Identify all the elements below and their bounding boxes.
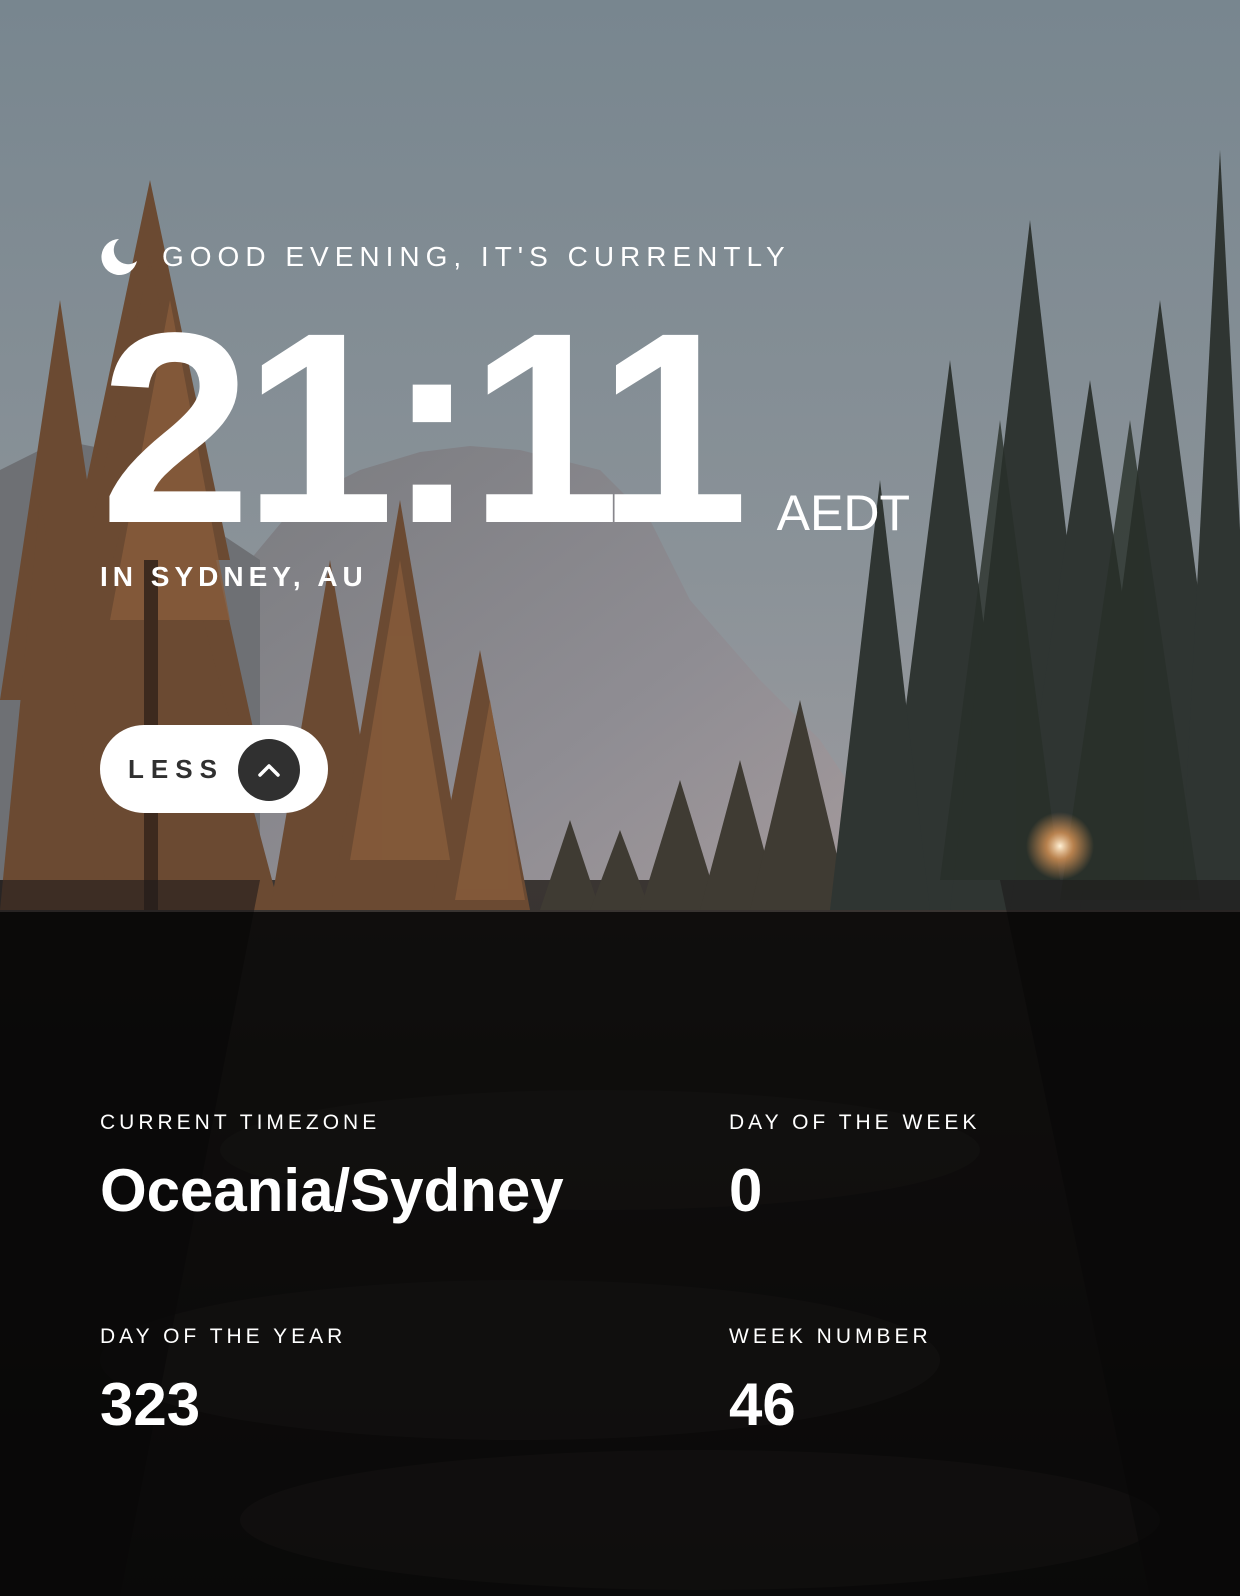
details-panel: CURRENT TIMEZONE Oceania/Sydney DAY OF T… — [0, 912, 1240, 1596]
detail-value: Oceania/Sydney — [100, 1157, 564, 1224]
detail-value: 0 — [729, 1157, 763, 1224]
clock: 21:11 AEDT — [100, 292, 910, 564]
chevron-up-icon — [238, 739, 300, 801]
detail-timezone: CURRENT TIMEZONE Oceania/Sydney — [100, 1112, 564, 1221]
detail-value: 323 — [100, 1371, 201, 1438]
timezone-abbreviation: AEDT — [776, 485, 911, 541]
detail-label: WEEK NUMBER — [729, 1325, 932, 1348]
detail-day-of-year: DAY OF THE YEAR 323 — [100, 1326, 346, 1435]
detail-label: DAY OF THE YEAR — [100, 1325, 347, 1348]
detail-label: DAY OF THE WEEK — [729, 1111, 981, 1134]
detail-label: CURRENT TIMEZONE — [100, 1111, 381, 1134]
detail-value: 46 — [729, 1371, 796, 1438]
moon-icon — [101, 239, 137, 275]
detail-day-of-week: DAY OF THE WEEK 0 — [729, 1112, 980, 1221]
less-toggle-button[interactable]: LESS — [100, 725, 328, 813]
greeting-text: GOOD EVENING, IT'S CURRENTLY — [162, 241, 791, 272]
greeting: GOOD EVENING, IT'S CURRENTLY — [100, 238, 791, 276]
detail-week-number: WEEK NUMBER 46 — [729, 1326, 932, 1435]
toggle-label: LESS — [128, 753, 224, 784]
location-text: IN SYDNEY, AU — [100, 561, 368, 592]
current-time: 21:11 — [100, 276, 749, 580]
